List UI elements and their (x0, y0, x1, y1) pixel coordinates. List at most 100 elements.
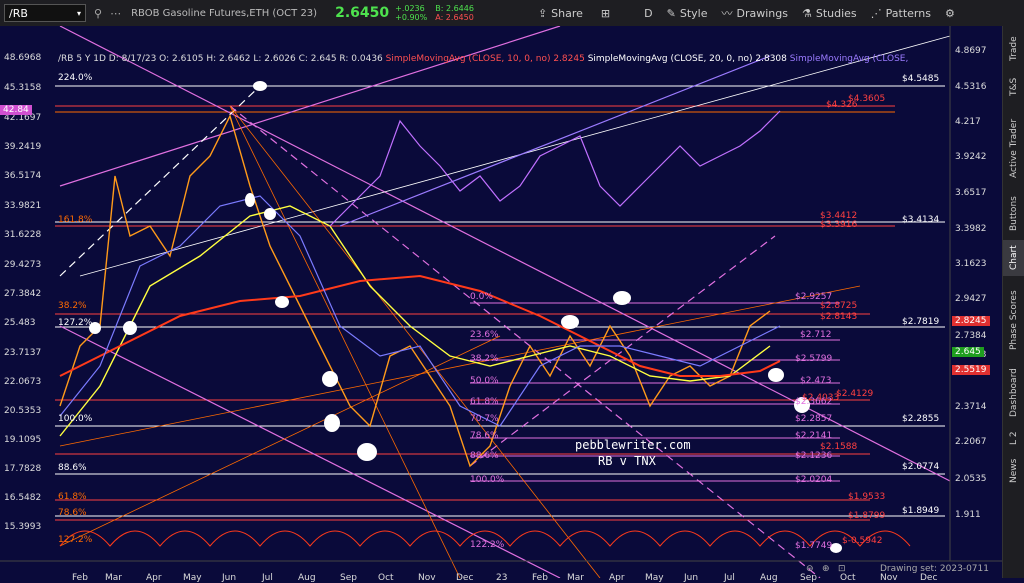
fib-label: $1.8799 (848, 511, 886, 521)
tab-phase-scores[interactable]: Phase Scores (1003, 280, 1024, 360)
style-icon: ✎ (666, 6, 676, 20)
tab-level-2[interactable]: L 2 (1003, 426, 1024, 450)
left-axis-label: 16.5482 (4, 493, 42, 503)
fib-label: $3.4134 (902, 215, 940, 225)
tab-active-trader[interactable]: Active Trader (1003, 108, 1024, 188)
fib-label: $2.8725 (820, 301, 858, 311)
right-axis-label: 2.9427 (955, 294, 987, 304)
interval-button[interactable]: D (644, 7, 652, 20)
tab-buttons[interactable]: Buttons (1003, 192, 1024, 236)
patterns-icon: ⋰ (870, 6, 882, 20)
right-axis-label: 3.3982 (955, 224, 987, 234)
symbol-input[interactable]: /RB ▾ (4, 4, 86, 22)
fib-label: $4.5485 (902, 74, 940, 84)
fib-label: 100.0% (470, 475, 505, 485)
right-axis-label: 2.2067 (955, 437, 987, 447)
share-button[interactable]: ⇪ Share (538, 7, 583, 20)
fib-label: 0.0% (470, 292, 493, 302)
fib-label: $1.9533 (848, 492, 886, 502)
watermark-subtitle: RB v TNX (598, 454, 656, 468)
left-axis-label: 23.7137 (4, 348, 42, 358)
ohlc-summary: /RB 5 Y 1D D: 8/17/23 O: 2.6105 H: 2.646… (58, 54, 383, 64)
settings-button[interactable]: ⚙ (945, 7, 955, 20)
fib-label: $2.5799 (795, 354, 833, 364)
left-axis-label: 33.9821 (4, 201, 42, 211)
fib-label: $2.7819 (902, 317, 940, 327)
left-axis-label: 22.0673 (4, 377, 42, 387)
fib-label: $-0.5942 (842, 536, 883, 546)
right-price-tag: 2.645 (952, 347, 984, 357)
gear-icon: ⚙ (944, 6, 955, 20)
fib-label: $1.7749 (795, 541, 833, 551)
change-abs: +.0236 (395, 4, 425, 13)
tab-news[interactable]: News (1003, 454, 1024, 488)
study-infobar: /RB 5 Y 1D D: 8/17/23 O: 2.6105 H: 2.646… (58, 54, 908, 64)
zoom-in-icon[interactable]: ⊕ (822, 564, 830, 574)
fib-label: 127.2% (58, 535, 93, 545)
left-price-tag: 42.84 (0, 105, 32, 115)
right-axis-label: 2.7384 (955, 331, 987, 341)
right-axis-label: 3.9242 (955, 152, 987, 162)
fib-label: $3.3916 (820, 220, 858, 230)
left-axis-label: 25.483 (4, 318, 36, 328)
style-button[interactable]: ✎ Style (667, 7, 708, 20)
right-axis-label: 4.217 (955, 117, 981, 127)
change-pct: +0.90% (395, 13, 428, 22)
fib-label: 70.7% (470, 414, 499, 424)
chevron-down-icon: ▾ (76, 8, 81, 18)
patterns-button[interactable]: ⋰ Patterns (871, 7, 931, 20)
fib-label: 23.6% (470, 330, 499, 340)
drawing-set-label: Drawing set: 2023-0711 (880, 564, 989, 574)
fib-label: 78.6% (58, 508, 87, 518)
fib-label: 127.2% (58, 318, 93, 328)
watermark-site: pebblewriter.com (575, 438, 691, 452)
change-block: +.0236 +0.90% (395, 4, 427, 22)
right-axis-label: 2.0535 (955, 474, 987, 484)
fib-label: $4.326 (826, 100, 858, 110)
left-axis-label: 27.3842 (4, 289, 42, 299)
fib-label: $2.2857 (795, 414, 833, 424)
fib-label: 78.6% (470, 431, 499, 441)
fib-label: 38.2% (58, 301, 87, 311)
left-axis-label: 31.6228 (4, 230, 42, 240)
fib-label: 224.0% (58, 73, 93, 83)
studies-button[interactable]: ⚗ Studies (802, 7, 857, 20)
tab-time-and-sales[interactable]: T&S (1003, 72, 1024, 102)
grid-button[interactable]: ⊞ (601, 7, 610, 20)
lock-icon[interactable]: ⋯ (110, 7, 121, 20)
link-icon[interactable]: ⚲ (94, 7, 102, 20)
left-axis-label: 39.2419 (4, 142, 42, 152)
tab-trade[interactable]: Trade (1003, 32, 1024, 66)
top-toolbar: /RB ▾ ⚲ ⋯ RBOB Gasoline Futures,ETH (OCT … (0, 0, 1024, 27)
share-icon: ⇪ (537, 6, 548, 20)
fib-label: $2.8143 (820, 312, 858, 322)
drawings-button[interactable]: 〰 Drawings (721, 5, 787, 21)
chart-area[interactable]: /RB 5 Y 1D D: 8/17/23 O: 2.6105 H: 2.646… (0, 26, 1002, 583)
ma10-label: SimpleMovingAvg (CLOSE, 10, 0, no) 2.824… (385, 54, 585, 64)
left-axis-label: 15.3993 (4, 522, 42, 532)
fib-label: $2.0774 (902, 462, 940, 472)
fib-label: $2.1236 (795, 451, 833, 461)
ma20-label: SimpleMovingAvg (CLOSE, 20, 0, no) 2.830… (587, 54, 787, 64)
fib-label: 88.6% (470, 451, 499, 461)
fib-label: 61.8% (58, 492, 87, 502)
bid-value: B: 2.6446 (435, 4, 474, 13)
left-axis-label: 45.3158 (4, 83, 42, 93)
instrument-name: RBOB Gasoline Futures,ETH (OCT 23) (131, 7, 318, 19)
grid-icon: ⊞ (600, 6, 611, 20)
fib-label: $2.4129 (836, 389, 874, 399)
tab-dashboard[interactable]: Dashboard (1003, 364, 1024, 422)
fib-label: $2.2855 (902, 414, 940, 424)
right-price-tag: 2.8245 (952, 316, 990, 326)
fib-label: 161.8% (58, 215, 93, 225)
zoom-fit-icon[interactable]: ⊡ (838, 564, 846, 574)
right-axis-label: 1.911 (955, 510, 981, 520)
right-axis-label: 4.8697 (955, 46, 987, 56)
tab-chart[interactable]: Chart (1003, 240, 1024, 276)
right-price-tag: 2.5519 (952, 365, 990, 375)
zoom-out-icon[interactable]: ⊖ (806, 564, 814, 574)
symbol-value: /RB (9, 6, 28, 20)
right-axis-label: 3.1623 (955, 259, 987, 269)
ask-value: A: 2.6450 (435, 13, 474, 22)
ma30-label: SimpleMovingAvg (CLOSE, (789, 54, 909, 64)
